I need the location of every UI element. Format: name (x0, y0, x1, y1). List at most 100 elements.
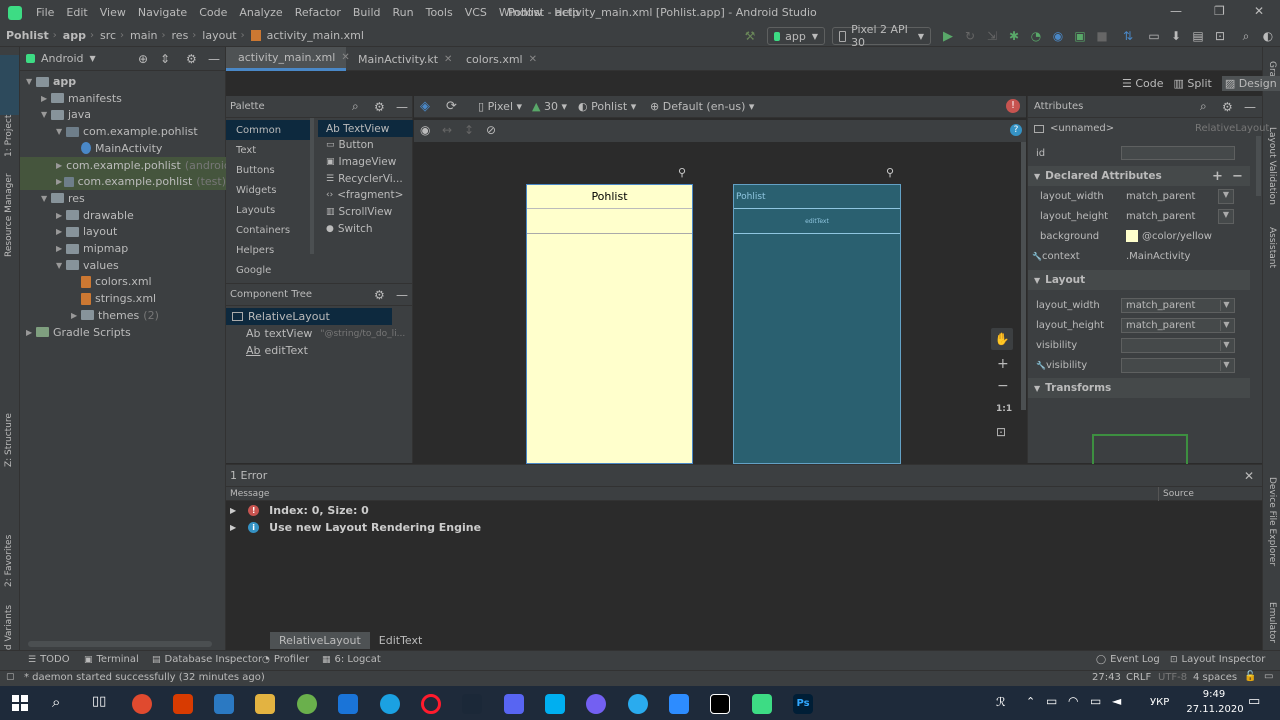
chevron-right-icon[interactable]: ▶ (71, 311, 81, 320)
status-message[interactable]: * daemon started successfully (32 minute… (24, 672, 265, 683)
project-tree-item[interactable]: ▼ res (20, 190, 226, 207)
app-icon[interactable] (132, 694, 152, 714)
volume-icon[interactable]: ◄ (1112, 694, 1121, 708)
indent-setting[interactable]: 4 spaces (1193, 672, 1237, 683)
todo-tool-button[interactable]: ☰ TODO (28, 654, 70, 665)
palette-category-containers[interactable]: Containers (226, 220, 310, 240)
preview-textview[interactable]: Pohlist (527, 185, 692, 209)
breadcrumb-file[interactable]: activity_main.xml (261, 29, 368, 42)
status-toggle-icon[interactable]: ▢ (6, 672, 15, 682)
device-select[interactable]: Pixel 2 API 30 ▼ (832, 23, 931, 49)
profiler-tool-button[interactable]: ◔ Profiler (262, 654, 309, 665)
menu-tools[interactable]: Tools (420, 6, 459, 19)
layout-validation-tool-tab[interactable]: Layout Validation (1267, 127, 1277, 205)
menu-view[interactable]: View (94, 6, 132, 19)
gear-icon[interactable]: ⚙ (1222, 100, 1233, 114)
add-attribute-icon[interactable]: + (1212, 169, 1223, 184)
id-input[interactable] (1121, 146, 1235, 160)
emulator-tool-tab[interactable]: Emulator (1267, 602, 1277, 643)
remove-attribute-icon[interactable]: − (1232, 169, 1243, 184)
battery-icon[interactable]: ▭ (1090, 694, 1101, 708)
theme-dropdown[interactable]: ◐ Pohlist ▾ (578, 100, 636, 113)
autoconnect-off-icon[interactable]: ⊘ (486, 123, 496, 137)
palette-item[interactable]: Ab TextView (318, 120, 413, 137)
problem-row[interactable]: ▶ i Use new Layout Rendering Engine (226, 519, 481, 536)
apply-code-changes-icon[interactable]: ⇲ (984, 28, 1000, 44)
project-tool-tab[interactable]: 1: Project (4, 115, 14, 157)
zoom-icon[interactable] (669, 694, 689, 714)
palette-item[interactable]: ● Switch (318, 220, 413, 237)
intellij-icon[interactable] (710, 694, 730, 714)
chevron-down-icon[interactable]: ▼ (1220, 319, 1232, 331)
palette-item[interactable]: ‹› <fragment> (318, 187, 413, 204)
palette-category-layouts[interactable]: Layouts (226, 200, 310, 220)
api-dropdown[interactable]: ▲ 30 ▾ (532, 100, 567, 113)
chevron-down-icon[interactable]: ▼ (41, 194, 51, 203)
view-options-icon[interactable]: ◉ (420, 123, 430, 137)
event-log-tool-button[interactable]: ◯ Event Log (1096, 654, 1160, 665)
device-dropdown[interactable]: ▯ Pixel ▾ (478, 100, 522, 113)
discord-icon[interactable] (504, 694, 524, 714)
build-hammer-icon[interactable]: ⚒ (742, 28, 758, 44)
menu-file[interactable]: File (30, 6, 60, 19)
chevron-down-icon[interactable]: ▼ (41, 110, 51, 119)
design-breadcrumb-edittext[interactable]: EditText (370, 632, 432, 649)
close-icon[interactable]: ✕ (1254, 4, 1264, 18)
palette-category-buttons[interactable]: Buttons (226, 160, 310, 180)
search-everywhere-icon[interactable]: ⌕ (1238, 28, 1254, 44)
menu-vcs[interactable]: VCS (459, 6, 493, 19)
menu-edit[interactable]: Edit (60, 6, 93, 19)
component-edittext[interactable]: Ab editText (246, 342, 308, 359)
edge-icon[interactable] (380, 694, 400, 714)
caret-position[interactable]: 27:43 (1092, 672, 1121, 683)
file-encoding[interactable]: UTF-8 (1158, 672, 1187, 683)
declared-attributes-section[interactable]: ▼ Declared Attributes + − (1028, 166, 1250, 186)
palette-item[interactable]: ▥ ScrollView (318, 204, 413, 221)
design-surface-icon[interactable]: ◈ (420, 99, 430, 114)
search-icon[interactable]: ⌕ (52, 693, 60, 711)
palette-item[interactable]: ▣ ImageView (318, 153, 413, 170)
terminal-tool-button[interactable]: ▣ Terminal (84, 654, 139, 665)
sync-gradle-icon[interactable]: ⇅ (1120, 28, 1136, 44)
canvas-scrollbar[interactable] (1021, 142, 1026, 410)
palette-category-common[interactable]: Common (226, 120, 310, 140)
chevron-down-icon[interactable]: ▼ (1218, 188, 1234, 204)
chevron-down-icon[interactable]: ▼ (1220, 299, 1232, 311)
attr-value[interactable]: @color/yellow (1142, 231, 1212, 242)
attr-value[interactable]: match_parent (1126, 211, 1195, 222)
run-config-select[interactable]: app ▼ (767, 27, 825, 45)
gear-icon[interactable]: ⚙ (374, 100, 385, 114)
pan-hand-icon[interactable]: ✋ (991, 328, 1013, 350)
wifi-icon[interactable]: ◠ (1068, 694, 1078, 708)
tab-mainactivity[interactable]: MainActivity.kt ✕ (346, 47, 454, 71)
android-studio-icon[interactable] (752, 694, 772, 714)
palette-category-helpers[interactable]: Helpers (226, 240, 310, 260)
horizontal-scrollbar[interactable] (28, 641, 212, 647)
breadcrumb-project[interactable]: Pohlist (0, 29, 53, 42)
database-inspector-tool-button[interactable]: ▤ Database Inspector (152, 654, 262, 665)
breadcrumb-layout[interactable]: layout (196, 29, 240, 42)
expand-arrow-icon[interactable]: ▶ (230, 506, 236, 515)
chevron-down-icon[interactable]: ▼ (1218, 208, 1234, 224)
gear-icon[interactable]: ⚙ (374, 288, 385, 302)
hide-panel-icon[interactable]: — (396, 100, 408, 114)
chevron-down-icon[interactable]: ▼ (56, 261, 66, 270)
viber-icon[interactable] (586, 694, 606, 714)
project-tree-item[interactable]: colors.xml (20, 273, 226, 290)
collapse-icon[interactable]: ⇕ (160, 52, 170, 66)
app-icon[interactable] (173, 694, 193, 714)
menu-code[interactable]: Code (193, 6, 233, 19)
palette-category-google[interactable]: Google (226, 260, 310, 280)
pin-icon[interactable]: ⚲ (886, 166, 894, 179)
search-icon[interactable]: ⌕ (1200, 99, 1207, 114)
minimize-icon[interactable]: — (1170, 4, 1182, 18)
chevron-right-icon[interactable]: ▶ (56, 211, 66, 220)
preview-edittext[interactable] (527, 209, 692, 234)
project-tree-item[interactable]: ▼ values (20, 257, 226, 274)
design-mode-button[interactable]: ▨ Design (1221, 75, 1280, 91)
chevron-right-icon[interactable]: ▶ (56, 227, 66, 236)
menu-analyze[interactable]: Analyze (233, 6, 288, 19)
sdk-manager-icon[interactable]: ⬇ (1168, 28, 1184, 44)
attributes-scrollbar[interactable] (1256, 136, 1261, 196)
debug-icon[interactable]: ✱ (1006, 28, 1022, 44)
